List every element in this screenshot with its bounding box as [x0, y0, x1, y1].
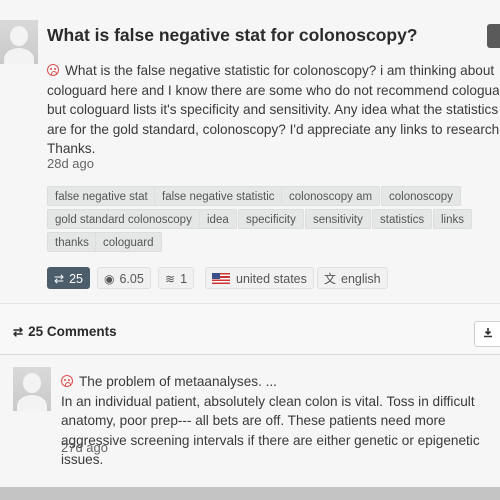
page-bottom — [0, 487, 500, 500]
tag[interactable]: false negative stat — [47, 186, 156, 206]
question-body: What is the false negative statistic for… — [47, 61, 499, 159]
question-line-2: cologuard here and I know there are some… — [47, 82, 499, 98]
comment-body: The problem of metaanalyses. ... In an i… — [61, 372, 491, 470]
comment-line-4: issues. — [61, 452, 104, 467]
wifi-icon: ≋ — [165, 272, 176, 286]
download-icon — [484, 328, 492, 338]
tag[interactable]: statistics — [372, 209, 433, 229]
retweet-icon: ⇄ — [54, 272, 65, 286]
repost-button[interactable]: ⇄ 25 — [47, 267, 90, 289]
tag[interactable]: thanks — [47, 232, 97, 252]
avatar-head — [23, 373, 41, 393]
question-line-1: What is the false negative statistic for… — [47, 61, 499, 81]
comment-timestamp: 27d ago — [61, 440, 108, 455]
tag[interactable]: colonoscopy — [381, 186, 461, 206]
comment-line-3: aggressive screening intervals if there … — [61, 432, 480, 448]
question-line-5: Thanks. — [47, 141, 96, 156]
avatar-head — [10, 26, 28, 46]
comments-count: ⇄ 25 Comments — [13, 324, 117, 339]
question-timestamp: 28d ago — [47, 156, 94, 171]
comment-title[interactable]: The problem of metaanalyses. ... — [61, 372, 491, 392]
frown-icon — [61, 375, 73, 387]
comment-line-1: In an individual patient, absolutely cle… — [61, 393, 475, 409]
comment-line-2: anatomy, poor prep--- all bets are off. … — [61, 413, 446, 428]
tag[interactable]: false negative statistic — [154, 186, 283, 206]
comments-header: ⇄ 25 Comments — [0, 303, 500, 355]
tag[interactable]: sensitivity — [305, 209, 371, 229]
language-badge[interactable]: 文 english — [317, 267, 388, 289]
tag[interactable]: specificity — [238, 209, 304, 229]
signal-count: ≋ 1 — [158, 267, 195, 289]
comment-card: The problem of metaanalyses. ... In an i… — [0, 355, 500, 487]
tag[interactable]: links — [433, 209, 473, 229]
eye-icon: ◉ — [104, 272, 115, 286]
tag[interactable]: idea — [199, 209, 237, 229]
tag[interactable]: gold standard colonoscopy — [47, 209, 200, 229]
retweet-icon: ⇄ — [13, 325, 24, 339]
avatar-body — [4, 48, 34, 64]
menu-icon[interactable] — [487, 24, 500, 48]
tag[interactable]: cologuard — [95, 232, 162, 252]
download-button[interactable] — [474, 321, 500, 347]
tag[interactable]: colonoscopy am — [281, 186, 381, 206]
page-frame: What is false negative stat for colonosc… — [0, 0, 500, 500]
avatar-body — [17, 395, 47, 411]
question-card: What is false negative stat for colonosc… — [0, 0, 500, 303]
frown-icon — [47, 64, 59, 76]
views-count: ◉ 6.05 — [97, 267, 151, 289]
us-flag-icon — [212, 273, 230, 284]
avatar[interactable] — [0, 20, 38, 64]
translate-icon: 文 — [324, 272, 337, 286]
question-line-4: are for the gold standard, colonoscopy? … — [47, 121, 499, 137]
question-title[interactable]: What is false negative stat for colonosc… — [47, 25, 418, 46]
question-line-3: but cologuard lists it's specificity and… — [47, 102, 499, 117]
avatar[interactable] — [13, 367, 51, 411]
country-badge[interactable]: united states — [205, 267, 314, 289]
